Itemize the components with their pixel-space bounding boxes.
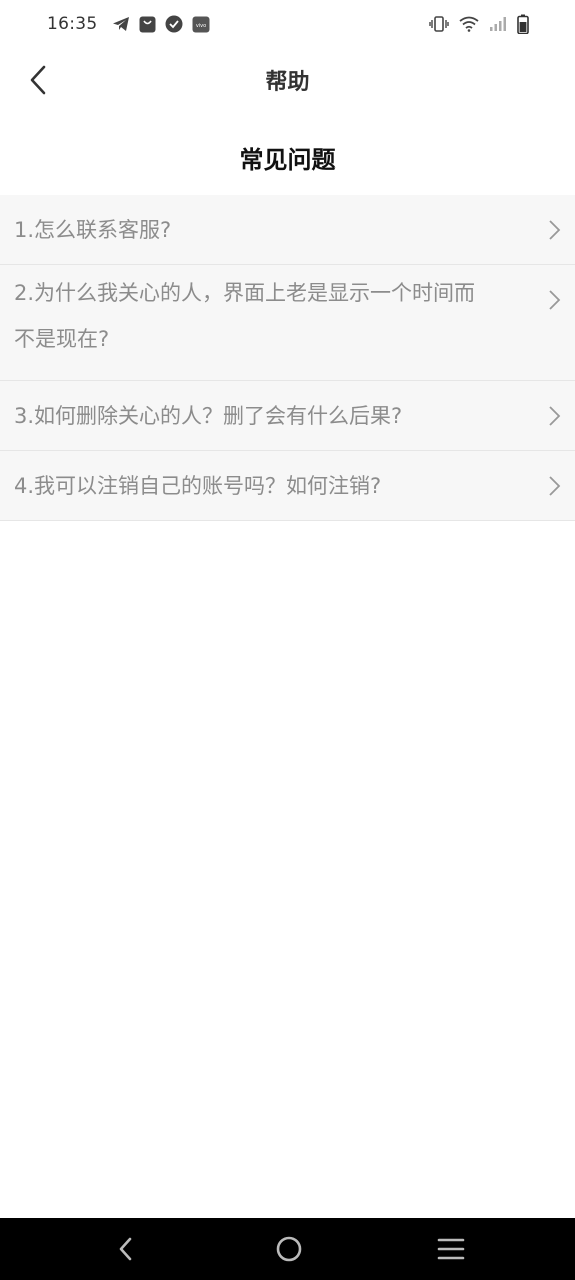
faq-item-text: 3.如何删除关心的人？删了会有什么后果?: [14, 403, 403, 428]
shopping-bag-icon: [139, 16, 156, 33]
chevron-right-icon: [549, 406, 561, 426]
nav-menu-icon: [437, 1238, 465, 1260]
faq-item-delete-contact[interactable]: 3.如何删除关心的人？删了会有什么后果?: [0, 381, 575, 451]
nav-back-icon: [119, 1237, 132, 1261]
status-time: 16:35: [47, 14, 98, 34]
nav-home-button[interactable]: [273, 1233, 305, 1265]
chevron-right-icon: [549, 220, 561, 240]
faq-list: 1.怎么联系客服? 2.为什么我关心的人，界面上老是显示一个时间而 不是现在? …: [0, 195, 575, 521]
system-icons: [429, 14, 529, 34]
nav-menu-button[interactable]: [435, 1233, 467, 1265]
faq-section-title: 常见问题: [239, 146, 336, 174]
back-button[interactable]: [22, 62, 54, 98]
nav-back-button[interactable]: [110, 1233, 142, 1265]
chevron-right-icon: [549, 290, 561, 310]
page-title: 帮助: [265, 70, 310, 95]
status-bar: 16:35 vivo: [0, 0, 575, 48]
signal-icon: [489, 16, 507, 32]
wifi-icon: [459, 16, 479, 32]
system-nav-bar: [0, 1218, 575, 1280]
app-header: 帮助: [0, 48, 575, 112]
notification-icons: vivo: [112, 15, 210, 33]
faq-item-time-display[interactable]: 2.为什么我关心的人，界面上老是显示一个时间而 不是现在?: [0, 265, 575, 381]
faq-item-contact-support[interactable]: 1.怎么联系客服?: [0, 195, 575, 265]
faq-item-delete-account[interactable]: 4.我可以注销自己的账号吗？如何注销?: [0, 451, 575, 521]
battery-icon: [517, 14, 529, 34]
faq-item-text-line1: 2.为什么我关心的人，界面上老是显示一个时间而: [14, 281, 476, 305]
vibrate-icon: [429, 16, 449, 32]
check-badge-icon: [165, 15, 183, 33]
faq-item-text: 2.为什么我关心的人，界面上老是显示一个时间而 不是现在?: [14, 270, 475, 362]
nav-home-icon: [276, 1236, 301, 1262]
faq-item-text: 1.怎么联系客服?: [14, 217, 172, 242]
vivo-text: vivo: [195, 23, 205, 29]
telegram-icon: [112, 16, 130, 32]
faq-item-text: 4.我可以注销自己的账号吗？如何注销?: [14, 473, 382, 498]
chevron-right-icon: [549, 476, 561, 496]
chevron-left-icon: [30, 65, 46, 95]
faq-item-text-line2: 不是现在?: [14, 327, 110, 351]
vivo-icon: vivo: [192, 16, 210, 33]
